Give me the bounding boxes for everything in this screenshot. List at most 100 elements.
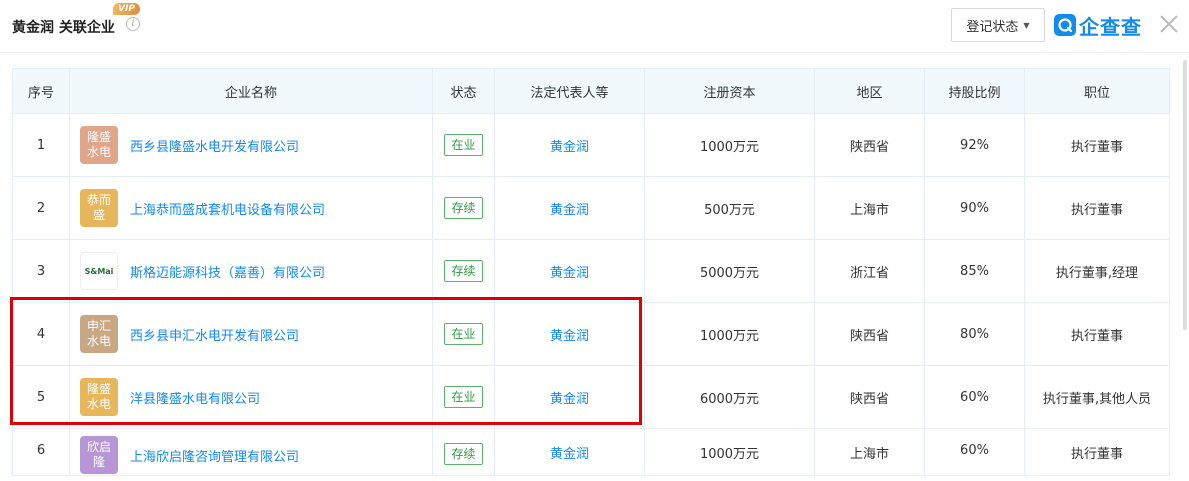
status-cell: 存续 — [432, 176, 495, 240]
qichacha-logo-icon — [1054, 14, 1076, 36]
legal-rep-cell: 黄金润 — [494, 176, 645, 240]
row-number-cell: 2 — [12, 176, 70, 240]
region-cell: 陕西省 — [814, 113, 925, 177]
share-cell: 85% — [924, 239, 1025, 303]
capital-cell: 500万元 — [644, 176, 815, 240]
share-cell: 60% — [924, 365, 1025, 429]
status-badge: 在业 — [444, 134, 483, 156]
table-row[interactable]: 6 欣启隆 上海欣启隆咨询管理有限公司 存续 黄金润 1000万元 上海市 60% 执行董事 — [12, 428, 1170, 476]
region: 上海市 — [849, 447, 889, 462]
filter-label: 登记状态 — [966, 19, 1019, 35]
region: 陕西省 — [849, 391, 889, 407]
row-number: 6 — [36, 443, 46, 458]
capital-cell: 5000万元 — [644, 239, 815, 303]
registered-capital: 1000万元 — [699, 328, 760, 344]
shareholding-ratio: 60% — [960, 443, 989, 458]
status-badge: 存续 — [444, 197, 483, 219]
shareholding-ratio: 85% — [960, 263, 989, 279]
region-cell: 陕西省 — [814, 365, 925, 429]
column-header: 法定代表人等 — [494, 68, 645, 114]
region-cell: 浙江省 — [814, 239, 925, 303]
position: 执行董事 — [1070, 202, 1123, 218]
position: 执行董事 — [1070, 447, 1123, 462]
row-number: 3 — [36, 263, 46, 279]
legal-rep-link[interactable]: 黄金润 — [495, 429, 644, 462]
registered-capital: 500万元 — [704, 202, 755, 218]
position-cell: 执行董事 — [1024, 113, 1170, 177]
table-row[interactable]: 2 恭而盛 上海恭而盛成套机电设备有限公司 存续 黄金润 500万元 上海市 90% 执行董事 — [12, 176, 1170, 240]
position-cell: 执行董事,经理 — [1024, 239, 1170, 303]
company-logo: 欣启隆 — [80, 436, 118, 474]
info-icon[interactable]: i — [126, 17, 140, 31]
highlight-box — [10, 297, 642, 425]
company-name-link[interactable]: 斯格迈能源科技（嘉善）有限公司 — [130, 262, 325, 281]
page-title: 黄金润 关联企业 — [12, 20, 115, 36]
table-row[interactable]: 3 S&Mai 斯格迈能源科技（嘉善）有限公司 存续 黄金润 5000万元 浙江省 85% 执行… — [12, 239, 1170, 303]
capital-cell: 1000万元 — [644, 113, 815, 177]
position-cell: 执行董事 — [1024, 302, 1170, 366]
position: 执行董事 — [1070, 139, 1123, 155]
table-row[interactable]: 1 隆盛水电 西乡县隆盛水电开发有限公司 在业 黄金润 1000万元 陕西省 92% 执行董事 — [12, 113, 1170, 177]
status-badge: 存续 — [444, 443, 483, 465]
capital-cell: 1000万元 — [644, 428, 815, 476]
shareholding-ratio: 92% — [960, 137, 989, 153]
row-number: 2 — [36, 200, 46, 216]
registered-capital: 5000万元 — [699, 265, 760, 281]
company-cell: 欣启隆 上海欣启隆咨询管理有限公司 — [69, 428, 433, 476]
registration-status-filter[interactable]: 登记状态 ▼ — [951, 8, 1045, 42]
share-cell: 92% — [924, 113, 1025, 177]
shareholding-ratio: 60% — [960, 389, 989, 405]
company-logo: 隆盛水电 — [80, 126, 118, 164]
company-name-link[interactable]: 上海恭而盛成套机电设备有限公司 — [130, 199, 325, 218]
scrollbar[interactable] — [1183, 60, 1187, 330]
column-header: 序号 — [12, 68, 70, 114]
company-logo: S&Mai — [80, 252, 118, 290]
row-number-cell: 1 — [12, 113, 70, 177]
legal-rep-cell: 黄金润 — [494, 113, 645, 177]
registered-capital: 6000万元 — [699, 391, 760, 407]
column-header: 状态 — [432, 68, 495, 114]
status-cell: 存续 — [432, 239, 495, 303]
row-number: 1 — [36, 137, 46, 153]
position: 执行董事,经理 — [1055, 265, 1139, 281]
logo-text: 企查查 — [1079, 14, 1142, 39]
region-cell: 上海市 — [814, 176, 925, 240]
region-cell: 上海市 — [814, 428, 925, 476]
row-number-cell: 6 — [12, 428, 70, 476]
company-name-link[interactable]: 西乡县隆盛水电开发有限公司 — [130, 136, 299, 155]
company-cell: 恭而盛 上海恭而盛成套机电设备有限公司 — [69, 176, 433, 240]
position-cell: 执行董事 — [1024, 176, 1170, 240]
share-cell: 90% — [924, 176, 1025, 240]
shareholding-ratio: 90% — [960, 200, 989, 216]
caret-down-icon: ▼ — [1023, 20, 1030, 30]
company-logo: 恭而盛 — [80, 189, 118, 227]
close-icon[interactable] — [1157, 12, 1181, 36]
legal-rep-cell: 黄金润 — [494, 239, 645, 303]
share-cell: 60% — [924, 428, 1025, 476]
position: 执行董事,其他人员 — [1042, 391, 1152, 407]
legal-rep-link[interactable]: 黄金润 — [495, 136, 644, 155]
position: 执行董事 — [1070, 328, 1123, 344]
company-cell: S&Mai 斯格迈能源科技（嘉善）有限公司 — [69, 239, 433, 303]
dialog-header: 黄金润 关联企业 VIP i 登记状态 ▼ 企查查 — [0, 0, 1189, 53]
row-number-cell: 3 — [12, 239, 70, 303]
capital-cell: 1000万元 — [644, 302, 815, 366]
column-header: 企业名称 — [69, 68, 433, 114]
share-cell: 80% — [924, 302, 1025, 366]
company-name-link[interactable]: 上海欣启隆咨询管理有限公司 — [130, 446, 299, 465]
status-badge: 存续 — [444, 260, 483, 282]
legal-rep-link[interactable]: 黄金润 — [495, 199, 644, 218]
position-cell: 执行董事 — [1024, 428, 1170, 476]
position-cell: 执行董事,其他人员 — [1024, 365, 1170, 429]
qichacha-logo: 企查查 — [1054, 10, 1142, 40]
legal-rep-link[interactable]: 黄金润 — [495, 262, 644, 281]
table-header-row: 序号 企业名称 状态 法定代表人等 注册资本 地区 持股比例 职位 — [12, 68, 1170, 114]
registered-capital: 1000万元 — [699, 139, 760, 155]
capital-cell: 6000万元 — [644, 365, 815, 429]
column-header: 注册资本 — [644, 68, 815, 114]
legal-rep-cell: 黄金润 — [494, 428, 645, 476]
column-header: 持股比例 — [924, 68, 1025, 114]
region: 上海市 — [849, 202, 889, 218]
region: 浙江省 — [849, 265, 889, 281]
status-cell: 存续 — [432, 428, 495, 476]
